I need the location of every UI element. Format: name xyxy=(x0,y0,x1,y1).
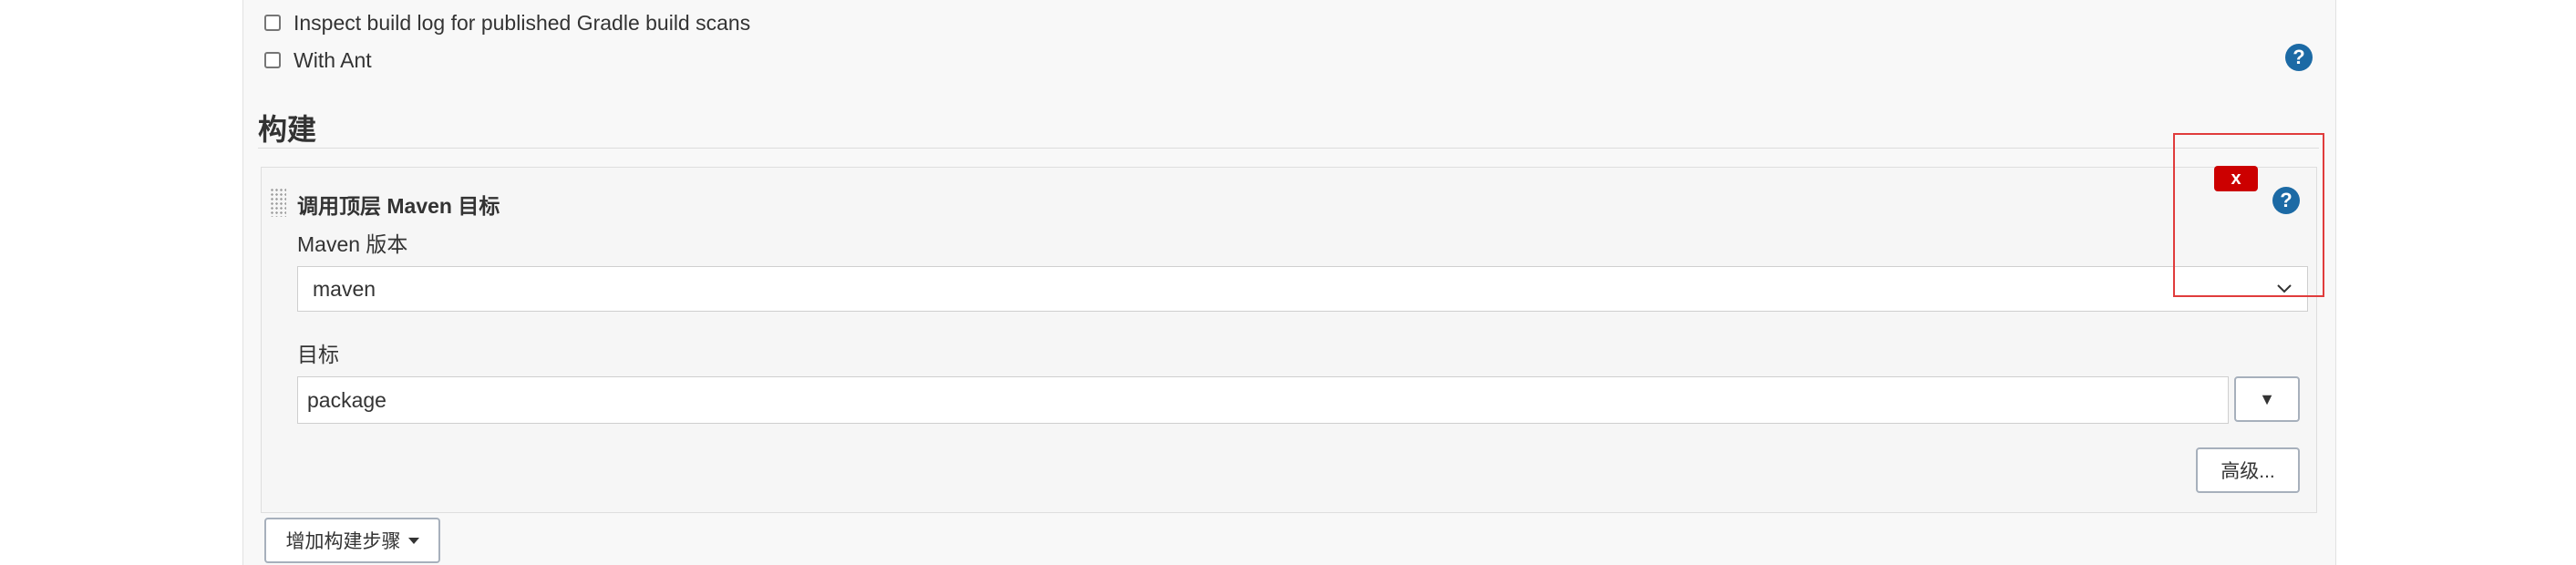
triangle-down-icon: ▼ xyxy=(2259,389,2275,408)
add-build-step-label: 增加构建步骤 xyxy=(285,531,401,552)
goals-value: package xyxy=(307,387,386,412)
section-divider xyxy=(258,148,2319,149)
drag-handle-icon[interactable] xyxy=(270,188,286,217)
checkbox-row-with-ant: With Ant xyxy=(264,46,372,74)
advanced-button[interactable]: 高级... xyxy=(2196,447,2300,493)
goals-label: 目标 xyxy=(297,343,339,366)
build-step-maven xyxy=(261,167,2317,513)
maven-version-label: Maven 版本 xyxy=(297,232,408,256)
inspect-build-log-checkbox[interactable] xyxy=(264,15,281,31)
build-step-title: 调用顶层 Maven 目标 xyxy=(297,194,500,218)
goals-input[interactable]: package xyxy=(297,376,2229,424)
maven-version-value: maven xyxy=(313,276,376,301)
add-build-step-button[interactable]: 增加构建步骤 xyxy=(264,518,440,563)
goals-expand-button[interactable]: ▼ xyxy=(2234,376,2300,422)
maven-version-select[interactable]: maven xyxy=(297,266,2308,312)
page: Inspect build log for published Gradle b… xyxy=(0,0,2576,565)
with-ant-checkbox[interactable] xyxy=(264,52,281,68)
with-ant-help-icon[interactable]: ? xyxy=(2285,44,2313,71)
caret-down-icon xyxy=(407,537,419,544)
with-ant-label[interactable]: With Ant xyxy=(294,48,372,73)
checkbox-row-inspect-build-log: Inspect build log for published Gradle b… xyxy=(264,9,750,36)
section-title-build: 构建 xyxy=(258,113,317,146)
inspect-build-log-label[interactable]: Inspect build log for published Gradle b… xyxy=(294,11,750,36)
annotation-highlight-box xyxy=(2173,133,2324,297)
